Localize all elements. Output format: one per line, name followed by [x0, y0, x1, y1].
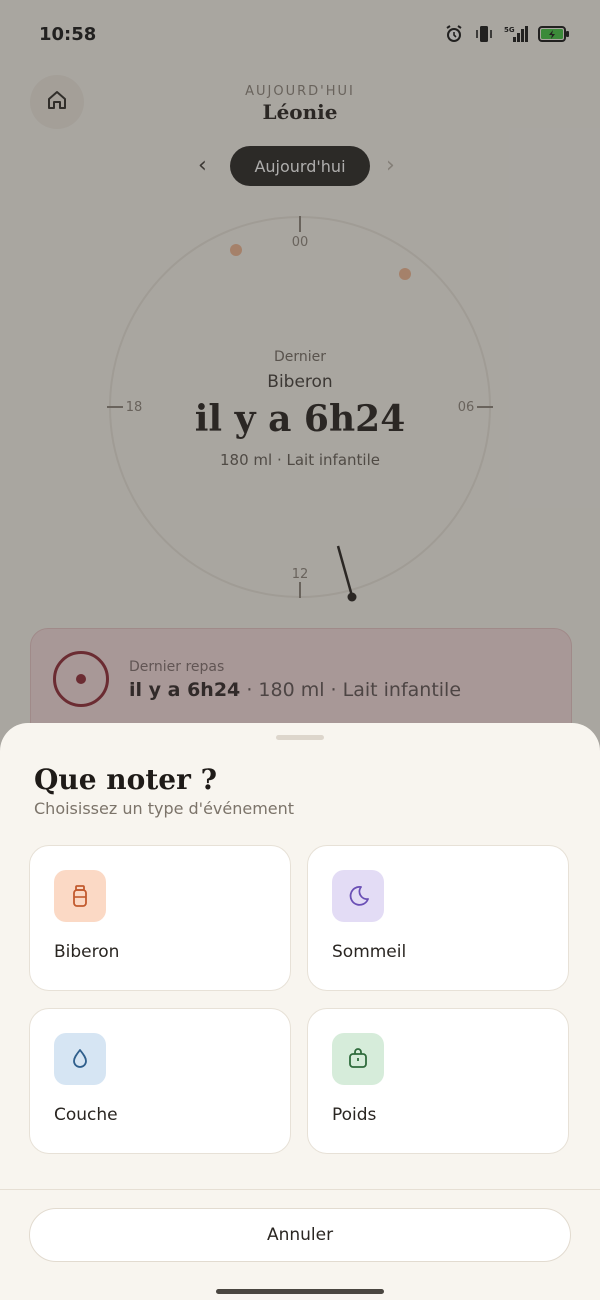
bottle-icon	[54, 870, 106, 922]
sheet-handle[interactable]	[276, 735, 324, 740]
option-label: Poids	[332, 1105, 377, 1125]
option-label: Couche	[54, 1105, 118, 1125]
option-couche[interactable]: Couche	[29, 1008, 291, 1154]
weight-icon	[332, 1033, 384, 1085]
bottom-sheet: Que noter ? Choisissez un type d'événeme…	[0, 723, 600, 1300]
divider	[0, 1189, 600, 1190]
moon-icon	[332, 870, 384, 922]
cancel-button[interactable]: Annuler	[29, 1208, 571, 1262]
option-biberon[interactable]: Biberon	[29, 845, 291, 991]
option-label: Sommeil	[332, 942, 407, 962]
sheet-title: Que noter ?	[34, 763, 217, 796]
sheet-subtitle: Choisissez un type d'événement	[34, 799, 295, 818]
option-sommeil[interactable]: Sommeil	[307, 845, 569, 991]
option-poids[interactable]: Poids	[307, 1008, 569, 1154]
option-label: Biberon	[54, 942, 120, 962]
drop-icon	[54, 1033, 106, 1085]
home-indicator[interactable]	[216, 1289, 384, 1294]
